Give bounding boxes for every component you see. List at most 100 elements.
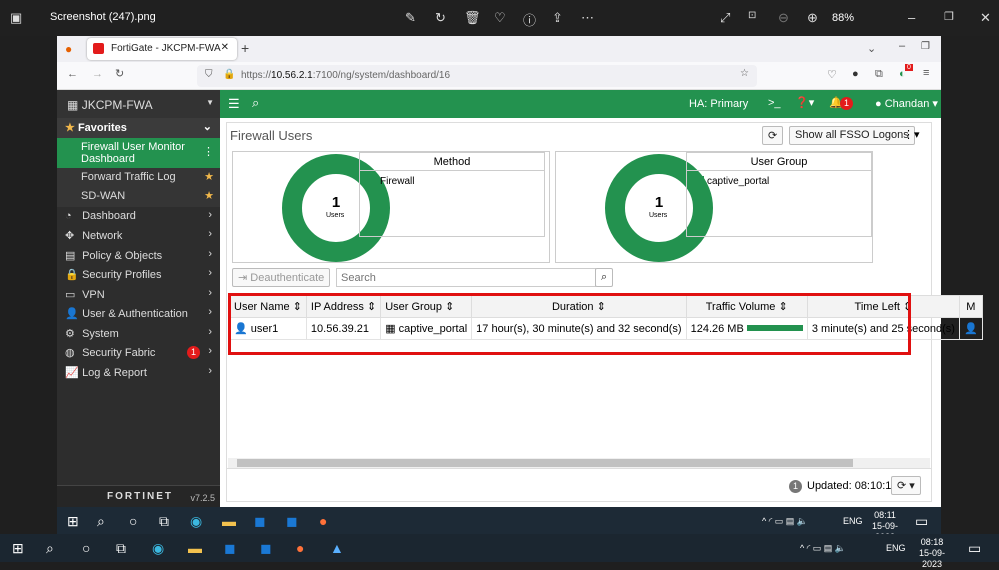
star-icon[interactable]: ★ xyxy=(204,189,214,202)
legend-label: Firewall xyxy=(380,176,415,187)
file-explorer-icon[interactable]: ▬ xyxy=(188,540,202,556)
sidebar-item-log-report[interactable]: 📈 Log & Report › xyxy=(57,363,220,383)
windows-start-icon[interactable]: ⊞ xyxy=(12,540,24,557)
star-icon[interactable]: ★ xyxy=(204,170,214,183)
sidebar-item-forward-traffic-log[interactable]: Forward Traffic Log ★ xyxy=(57,167,220,187)
cortana-icon[interactable]: ○ xyxy=(82,540,90,556)
search-button[interactable]: ⌕ xyxy=(595,268,614,287)
legend-entry[interactable]: captive_portal xyxy=(687,171,871,187)
show-fsso-button[interactable]: Show all FSSO Logons xyxy=(789,126,915,145)
gear-icon: ⚙ xyxy=(65,327,75,340)
extensions-icon[interactable]: ⧉ xyxy=(875,68,883,81)
chevron-right-icon: › xyxy=(208,267,212,279)
col-more[interactable]: M xyxy=(958,295,983,318)
legend-entry[interactable]: Firewall xyxy=(360,171,544,187)
extension-c-icon[interactable]: ● xyxy=(852,68,859,80)
task-view-icon[interactable]: ⧉ xyxy=(116,540,126,557)
favorites-label: Favorites xyxy=(77,122,127,134)
hamburger-icon[interactable]: ☰ xyxy=(228,96,240,112)
reload-icon[interactable]: ↻ xyxy=(115,67,124,80)
scrollbar-thumb[interactable] xyxy=(237,459,853,467)
close-icon[interactable]: ✕ xyxy=(980,10,991,26)
sidebar-item-vpn[interactable]: ▭ VPN › xyxy=(57,285,220,305)
user-icon: 👤 xyxy=(65,308,79,320)
edge-icon[interactable]: ◉ xyxy=(190,513,202,530)
firefox-taskbar-icon[interactable]: ● xyxy=(319,513,327,529)
tray-icons[interactable]: ^ ◜ ▭ ▤ 🔈 xyxy=(800,543,846,554)
restore-icon[interactable]: ❐ xyxy=(944,10,954,23)
fullscreen-icon[interactable]: ⤢ xyxy=(720,10,730,26)
windows-start-icon[interactable]: ⊞ xyxy=(67,513,79,530)
sidebar-item-sd-wan[interactable]: SD-WAN ★ xyxy=(57,187,220,207)
user-menu[interactable]: ● Chandan ▾ xyxy=(875,97,938,110)
sidebar-item-dashboard[interactable]: ◔ Dashboard › xyxy=(57,207,220,227)
menu-icon[interactable]: ≡ xyxy=(923,67,929,79)
widget-menu-icon[interactable]: ⋮▾ xyxy=(903,128,920,141)
bookmark-star-icon[interactable]: ☆ xyxy=(740,68,749,79)
sidebar-item-user-authentication[interactable]: 👤 User & Authentication › xyxy=(57,304,220,324)
outlook-pre-icon[interactable]: ◼ xyxy=(260,540,272,557)
url-path: :7100/ng/system/dashboard/16 xyxy=(312,70,451,81)
delete-icon[interactable]: 🗑 xyxy=(464,10,481,26)
minimize-icon[interactable]: – xyxy=(908,10,915,25)
lock-warning-icon: 🔒 xyxy=(223,69,236,80)
device-selector[interactable]: ▦ JKCPM-FWA ▼ xyxy=(57,90,220,118)
firefox-taskbar-icon[interactable]: ● xyxy=(296,540,304,556)
search-icon[interactable]: ⌕ xyxy=(46,540,54,557)
share-icon[interactable]: ⇪ xyxy=(552,10,563,26)
search-input[interactable] xyxy=(336,268,596,287)
sidebar: ▦ JKCPM-FWA ▼ ★ Favorites ⌄ Firewall User … xyxy=(57,90,220,507)
new-tab-icon[interactable]: + xyxy=(241,40,249,56)
edit-icon[interactable]: ✎ xyxy=(405,10,416,26)
info-icon[interactable]: ⓘ xyxy=(523,10,536,29)
notification-center-icon[interactable]: ▭ xyxy=(915,513,928,530)
task-view-icon[interactable]: ⧉ xyxy=(159,513,169,530)
sidebar-item-security-profiles[interactable]: 🔒 Security Profiles › xyxy=(57,265,220,285)
sidebar-favorites[interactable]: ★ Favorites ⌄ xyxy=(57,118,220,138)
sidebar-item-firewall-user-monitor[interactable]: Firewall User Monitor Dashboard ⋮ xyxy=(57,137,220,168)
outlook-icon[interactable]: ◼ xyxy=(254,513,266,530)
tray-icons[interactable]: ^ ◜ ▭ ▤ 🔈 xyxy=(762,516,808,527)
forward-icon[interactable]: → xyxy=(92,68,103,80)
tab-list-icon[interactable]: ⌄ xyxy=(867,42,876,55)
actual-size-icon[interactable]: ⊡ xyxy=(748,10,756,21)
file-explorer-icon[interactable]: ▬ xyxy=(222,513,236,529)
outlook-pre-icon[interactable]: ◼ xyxy=(286,513,298,530)
zoom-out-icon[interactable]: ⊖ xyxy=(778,10,789,26)
sidebar-item-policy-objects[interactable]: ▤ Policy & Objects › xyxy=(57,246,220,266)
photos-taskbar-icon[interactable]: ▲ xyxy=(330,540,344,556)
browser-minimize-icon[interactable]: – xyxy=(899,40,905,52)
horizontal-scrollbar[interactable] xyxy=(228,458,930,468)
notification-center-icon[interactable]: ▭ xyxy=(968,540,981,557)
language[interactable]: ENG xyxy=(843,516,863,527)
fortigate-header: ☰ ⌕ HA: Primary >_ ❓▾ 🔔 1 ● Chandan ▾ xyxy=(220,90,941,118)
favorite-icon[interactable]: ♡ xyxy=(494,10,506,26)
cli-console-icon[interactable]: >_ xyxy=(768,97,781,109)
search-icon[interactable]: ⌕ xyxy=(252,95,259,111)
pocket-icon[interactable]: ♡ xyxy=(827,68,837,81)
updated-time: Updated: 08:10:17 xyxy=(807,480,898,492)
tab-close-icon[interactable]: ✕ xyxy=(221,42,229,53)
refresh-button[interactable]: ⟳ xyxy=(762,126,784,145)
more-icon[interactable]: ⋯ xyxy=(581,10,594,26)
cortana-icon[interactable]: ○ xyxy=(129,513,137,529)
clock[interactable]: 08:18 15-09-2023 xyxy=(910,537,954,570)
edge-icon[interactable]: ◉ xyxy=(152,540,164,557)
sidebar-item-label: SD-WAN xyxy=(81,190,126,202)
zoom-in-icon[interactable]: ⊕ xyxy=(807,10,818,26)
rotate-icon[interactable]: ↻ xyxy=(435,10,446,26)
sidebar-item-system[interactable]: ⚙ System › xyxy=(57,324,220,344)
back-icon[interactable]: ← xyxy=(67,68,78,80)
help-icon[interactable]: ❓▾ xyxy=(795,96,814,109)
browser-tab[interactable]: FortiGate - JKCPM-FWA ✕ xyxy=(87,38,237,60)
kebab-icon[interactable]: ⋮ xyxy=(203,146,214,158)
browser-restore-icon[interactable]: ❐ xyxy=(921,41,930,52)
search-icon[interactable]: ⌕ xyxy=(97,513,105,530)
sidebar-item-security-fabric[interactable]: ◍ Security Fabric 1 › xyxy=(57,343,220,363)
outlook-icon[interactable]: ◼ xyxy=(224,540,236,557)
url-input[interactable]: ⛉ 🔒 https://10.56.2.1:7100/ng/system/das… xyxy=(197,65,757,87)
deauthenticate-button[interactable]: ⇥ Deauthenticate xyxy=(232,268,331,287)
language[interactable]: ENG xyxy=(886,543,906,554)
refresh-options-button[interactable]: ⟳ ▾ xyxy=(891,476,921,495)
sidebar-item-network[interactable]: ✥ Network › xyxy=(57,226,220,246)
